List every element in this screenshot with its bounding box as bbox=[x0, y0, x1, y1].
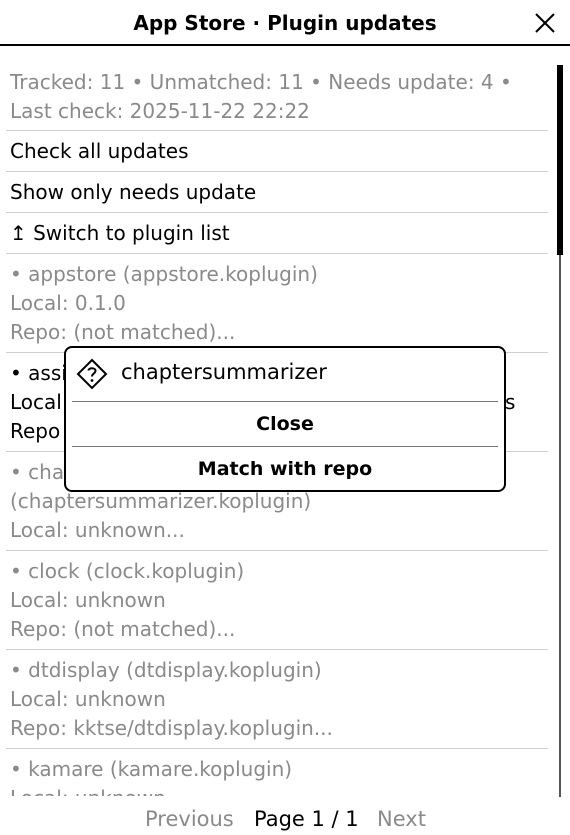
summary-last-check: Last check: 2025-11-22 22:22 bbox=[10, 99, 310, 123]
summary-counts: Tracked: 11 • Unmatched: 11 • Needs upda… bbox=[10, 70, 512, 94]
check-all-label: Check all updates bbox=[10, 139, 189, 163]
page-title: App Store · Plugin updates bbox=[133, 11, 437, 35]
check-all-updates-button[interactable]: Check all updates bbox=[6, 131, 548, 172]
plugin-local-version: Local: unknown... bbox=[10, 518, 185, 542]
close-button[interactable]: Close bbox=[66, 403, 504, 445]
dialog-divider bbox=[72, 401, 498, 402]
page-indicator[interactable]: Page 1 / 1 bbox=[254, 805, 359, 833]
next-page-button[interactable]: Next bbox=[377, 805, 426, 833]
plugin-name: • kamare (kamare.koplugin) bbox=[10, 757, 293, 781]
plugin-name: • clock (clock.koplugin) bbox=[10, 559, 245, 583]
dialog-divider bbox=[72, 446, 498, 447]
diamond-question-icon bbox=[76, 358, 108, 390]
plugin-repo: Repo: (not matched)... bbox=[10, 617, 236, 641]
title-bar: App Store · Plugin updates bbox=[0, 0, 570, 46]
previous-page-button[interactable]: Previous bbox=[145, 805, 234, 833]
close-icon[interactable] bbox=[532, 10, 558, 36]
list-item[interactable]: • appstore (appstore.koplugin) Local: 0.… bbox=[6, 254, 548, 353]
show-needs-update-button[interactable]: Show only needs update bbox=[6, 172, 548, 213]
switch-to-plugin-list-button[interactable]: ↥ Switch to plugin list bbox=[6, 213, 548, 254]
plugin-repo: Repo: kktse/dtdisplay.koplugin... bbox=[10, 716, 333, 740]
show-needs-update-label: Show only needs update bbox=[10, 180, 257, 204]
switch-to-list-label: ↥ Switch to plugin list bbox=[10, 221, 230, 245]
list-item[interactable]: • clock (clock.koplugin) Local: unknown … bbox=[6, 551, 548, 650]
summary-item: Tracked: 11 • Unmatched: 11 • Needs upda… bbox=[6, 64, 548, 131]
plugin-text-fragment: s bbox=[505, 390, 516, 414]
plugin-local-version: Local: 0.1.0 bbox=[10, 291, 126, 315]
plugin-name: • dtdisplay (dtdisplay.koplugin) bbox=[10, 658, 322, 682]
plugin-name: • appstore (appstore.koplugin) bbox=[10, 262, 318, 286]
plugin-local-version: Local: unknown bbox=[10, 687, 166, 711]
plugin-local-version: Local: unknown bbox=[10, 588, 166, 612]
list-item[interactable]: • kamare (kamare.koplugin) Local: unknow… bbox=[6, 749, 548, 796]
match-with-repo-button[interactable]: Match with repo bbox=[66, 448, 504, 490]
dialog-title: chaptersummarizer bbox=[121, 360, 327, 384]
pagination-bar: Previous Page 1 / 1 Next bbox=[0, 800, 570, 835]
plugin-local-version: Local: unknown bbox=[10, 784, 548, 796]
plugin-action-dialog: chaptersummarizer Close Match with repo bbox=[64, 346, 506, 492]
scrollbar-thumb[interactable] bbox=[557, 65, 563, 255]
plugin-repo: Repo: (not matched)... bbox=[10, 320, 236, 344]
list-item[interactable]: • dtdisplay (dtdisplay.koplugin) Local: … bbox=[6, 650, 548, 749]
